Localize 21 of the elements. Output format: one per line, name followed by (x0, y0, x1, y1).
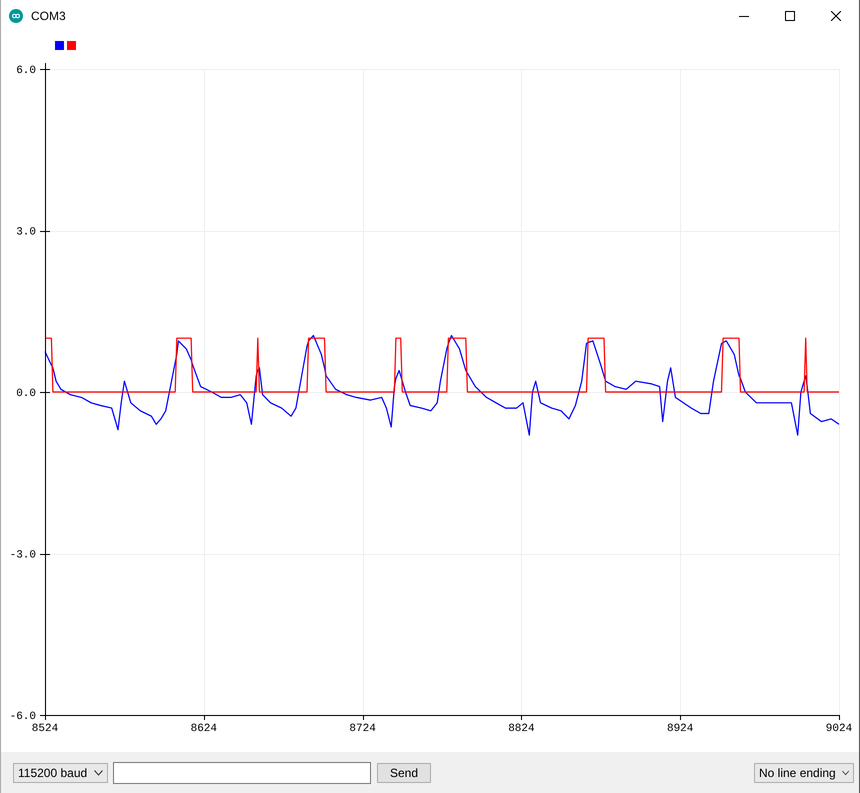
maximize-icon (785, 11, 795, 21)
axis-label: 6.0 (16, 65, 36, 77)
baud-dropdown[interactable]: 115200 baud (13, 762, 108, 782)
axis-label: 9024 (826, 723, 852, 735)
caret-icon (94, 770, 103, 776)
caret-icon (842, 770, 849, 776)
axis-label: 8824 (508, 723, 535, 735)
window-title: COM3 (31, 9, 66, 23)
axis-label: 8724 (349, 723, 376, 735)
line-ending-dropdown[interactable]: No line ending (754, 762, 854, 782)
axis-label: 8524 (32, 723, 58, 735)
send-button[interactable]: Send (377, 762, 431, 782)
axis-label: 0.0 (16, 388, 36, 400)
axis-label: -3.0 (10, 550, 36, 562)
close-icon (831, 11, 841, 21)
axis-label: 8624 (190, 723, 217, 735)
axis-label: -6.0 (10, 711, 36, 723)
axis-label: 8924 (667, 723, 694, 735)
app-icon (9, 9, 23, 23)
message-field[interactable] (113, 762, 371, 784)
axis-label: 3.0 (16, 226, 36, 238)
